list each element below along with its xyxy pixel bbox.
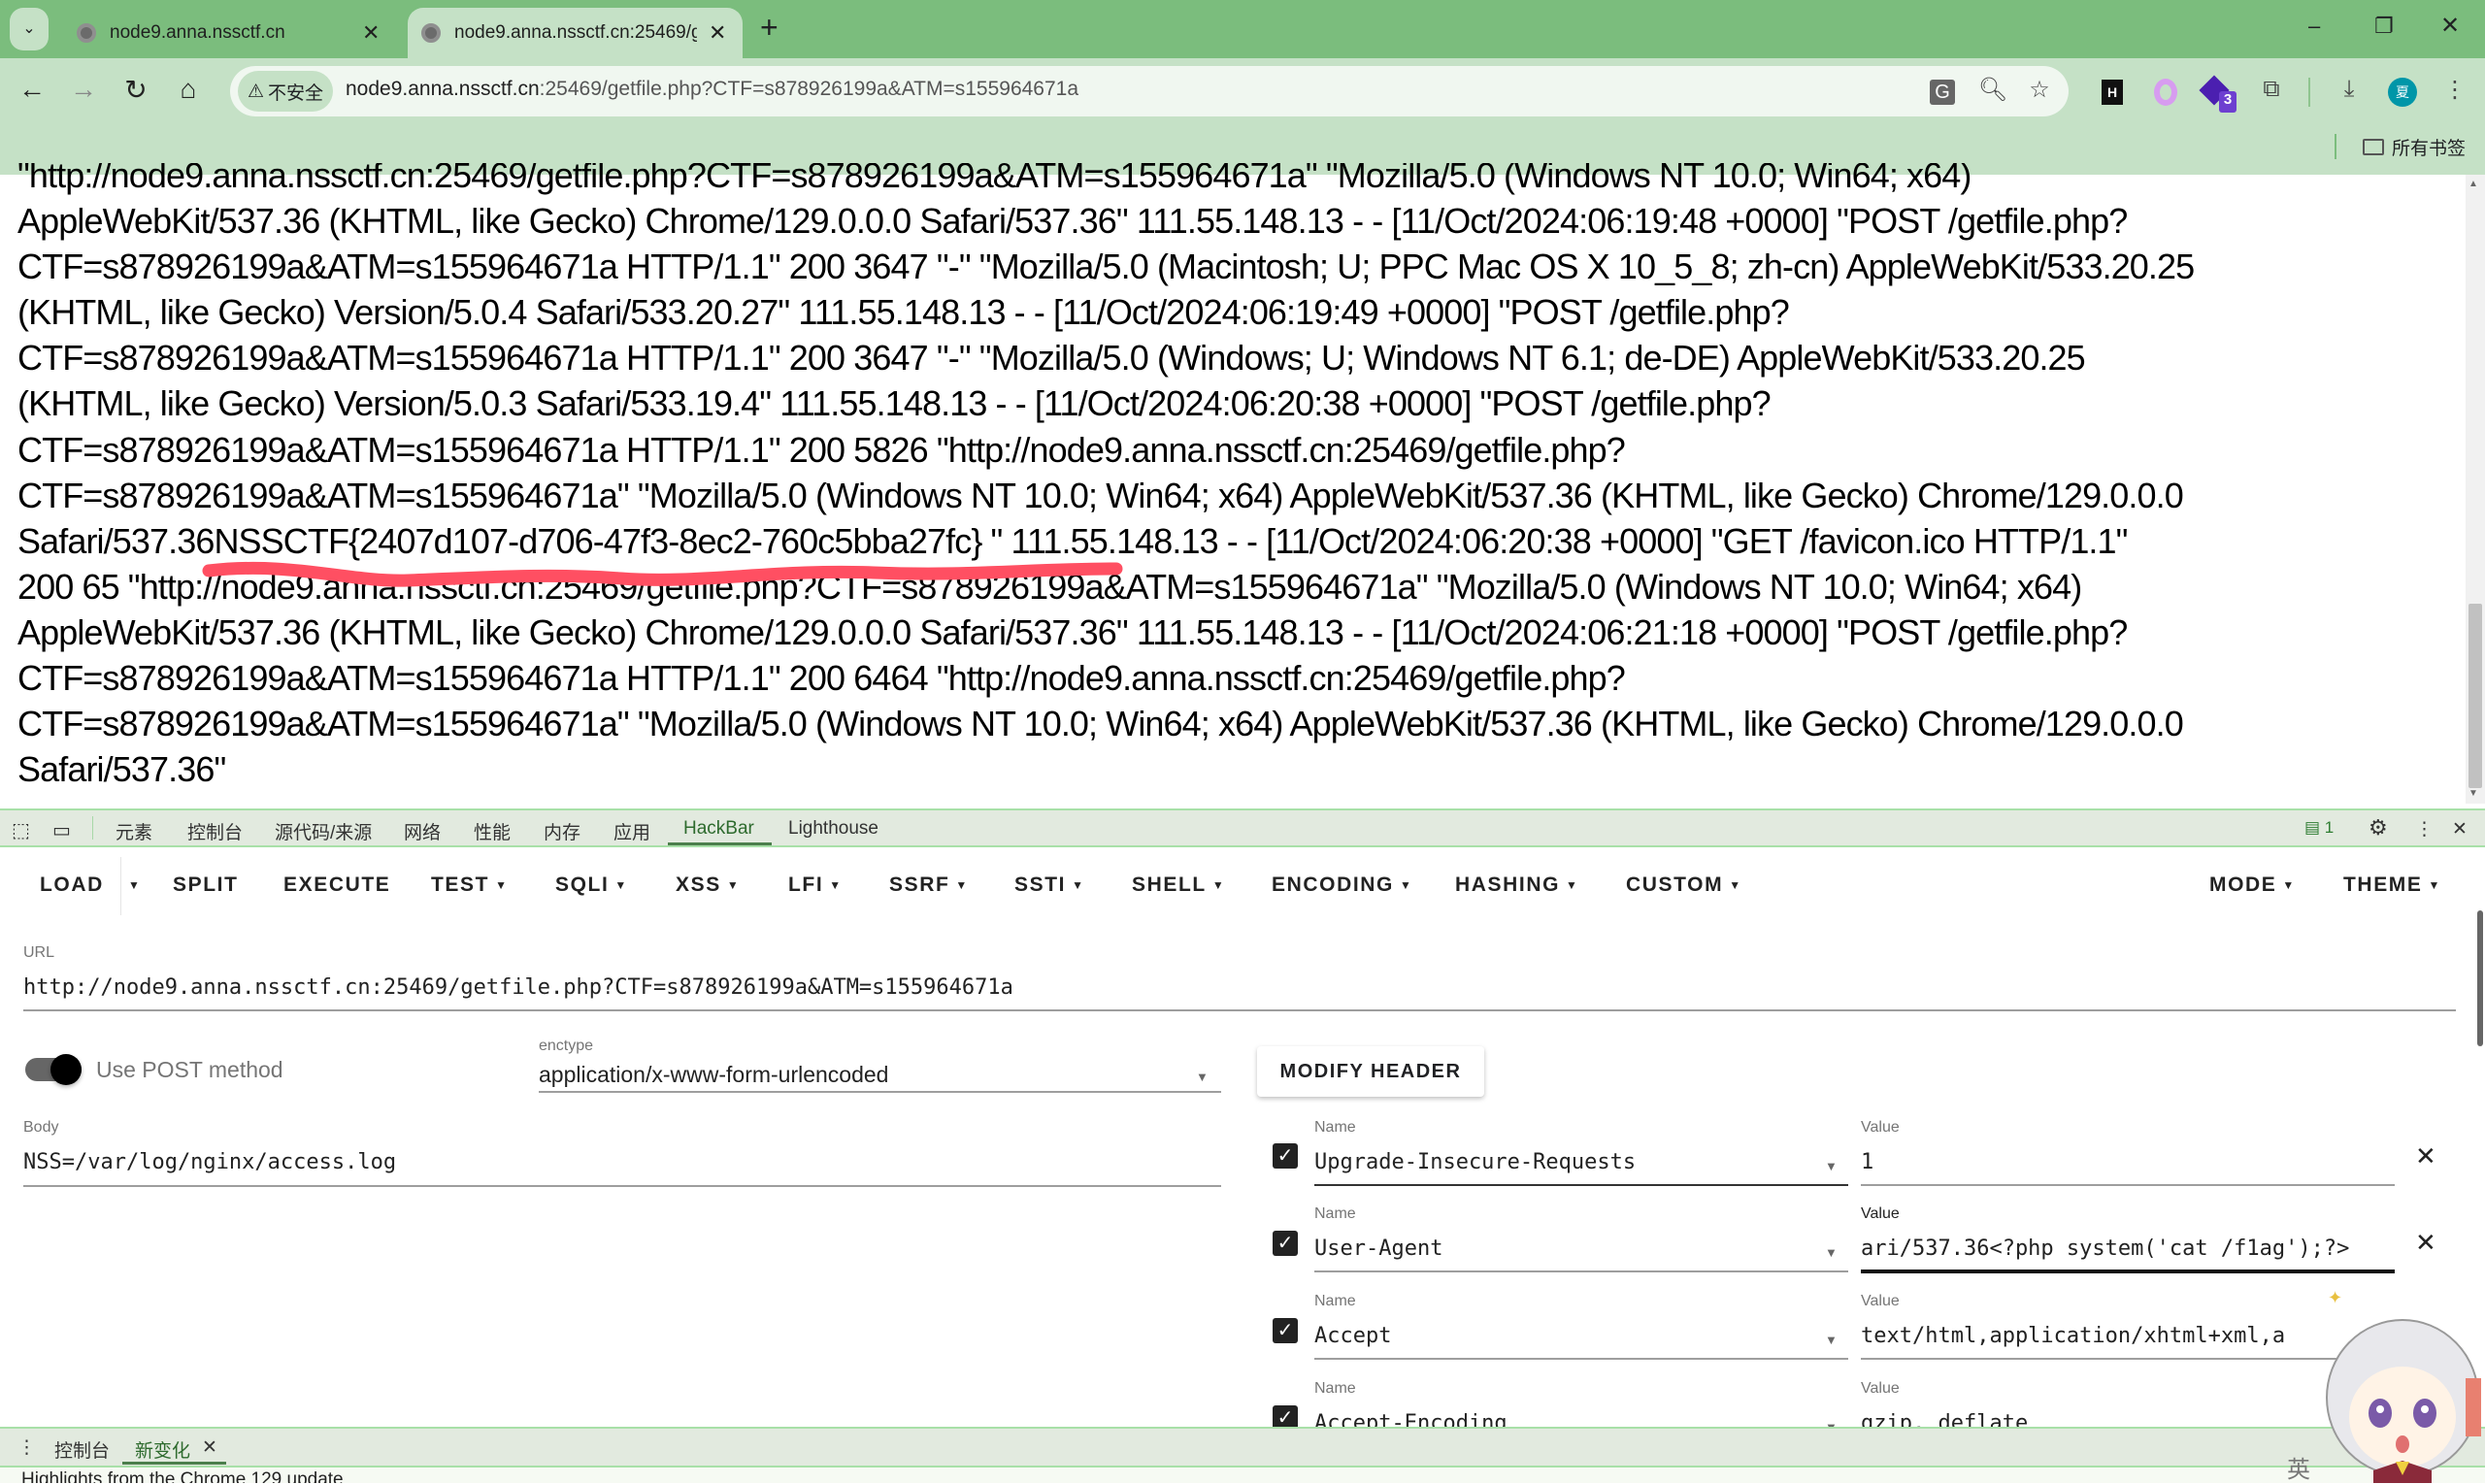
whats-new-text: Highlights from the Chrome 129 update <box>21 1469 344 1483</box>
header-checkbox[interactable]: ✓ <box>1273 1405 1298 1427</box>
drawer-menu-icon[interactable]: ⋮ <box>17 1436 36 1459</box>
value-label: Value <box>1861 1380 1900 1397</box>
header-name-input[interactable]: Accept-Encoding <box>1314 1411 1800 1427</box>
svg-text:✦: ✦ <box>2328 1291 2342 1307</box>
header-value-input[interactable]: gzip, deflate <box>1861 1411 2307 1427</box>
ime-indicator[interactable]: 英 <box>2287 1450 2310 1484</box>
name-label: Name <box>1314 1380 1356 1397</box>
dropdown-arrow-icon[interactable]: ▼ <box>1825 1420 1838 1427</box>
close-drawer-tab-icon[interactable]: ✕ <box>202 1436 217 1459</box>
drawer-content: Highlights from the Chrome 129 update <box>0 1468 2485 1483</box>
drawer-tab-whats-new[interactable]: 新变化 <box>135 1436 190 1463</box>
devtools-drawer-tabbar: ⋮ 控制台 新变化 ✕ <box>0 1427 2485 1468</box>
drawer-tab-console[interactable]: 控制台 <box>54 1436 110 1463</box>
active-drawer-indicator <box>122 1462 226 1465</box>
anime-mascot-image: ✦ <box>2326 1291 2481 1483</box>
header-row: ✓ Name Accept-Encoding ▼ Value gzip, def… <box>0 0 2485 1427</box>
